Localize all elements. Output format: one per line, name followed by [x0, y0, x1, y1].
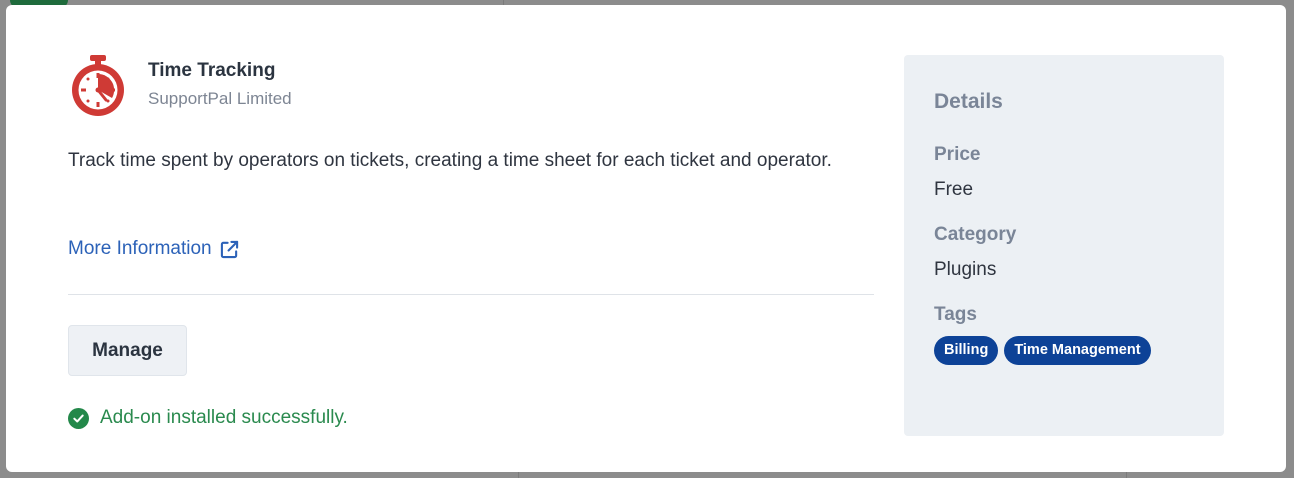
details-panel: Details Price Free Category Plugins Tags… [904, 55, 1224, 436]
tags-label: Tags [934, 304, 977, 325]
addon-vendor: SupportPal Limited [148, 89, 292, 108]
section-divider [68, 294, 874, 295]
manage-button[interactable]: Manage [68, 325, 187, 376]
addon-title: Time Tracking [148, 60, 276, 81]
category-value: Plugins [934, 259, 997, 280]
category-label: Category [934, 224, 1017, 245]
price-value: Free [934, 179, 974, 200]
price-label: Price [934, 144, 981, 165]
details-heading: Details [934, 90, 1003, 113]
addon-details-modal: Time Tracking SupportPal Limited Track t… [6, 5, 1286, 472]
background-divider [518, 472, 519, 478]
tag-time-management[interactable]: Time Management [1004, 336, 1151, 365]
background-divider [1126, 472, 1127, 478]
external-link-icon [220, 240, 238, 258]
check-circle-icon [68, 407, 89, 429]
more-information-label: More Information [68, 238, 212, 259]
tag-billing[interactable]: Billing [934, 336, 999, 365]
tag-list: Billing Time Management [934, 336, 1151, 365]
success-message: Add-on installed successfully. [68, 407, 348, 429]
success-text: Add-on installed successfully. [100, 407, 348, 428]
more-information-link[interactable]: More Information [68, 238, 239, 260]
addon-description: Track time spent by operators on tickets… [68, 150, 832, 171]
stopwatch-icon [72, 55, 124, 116]
